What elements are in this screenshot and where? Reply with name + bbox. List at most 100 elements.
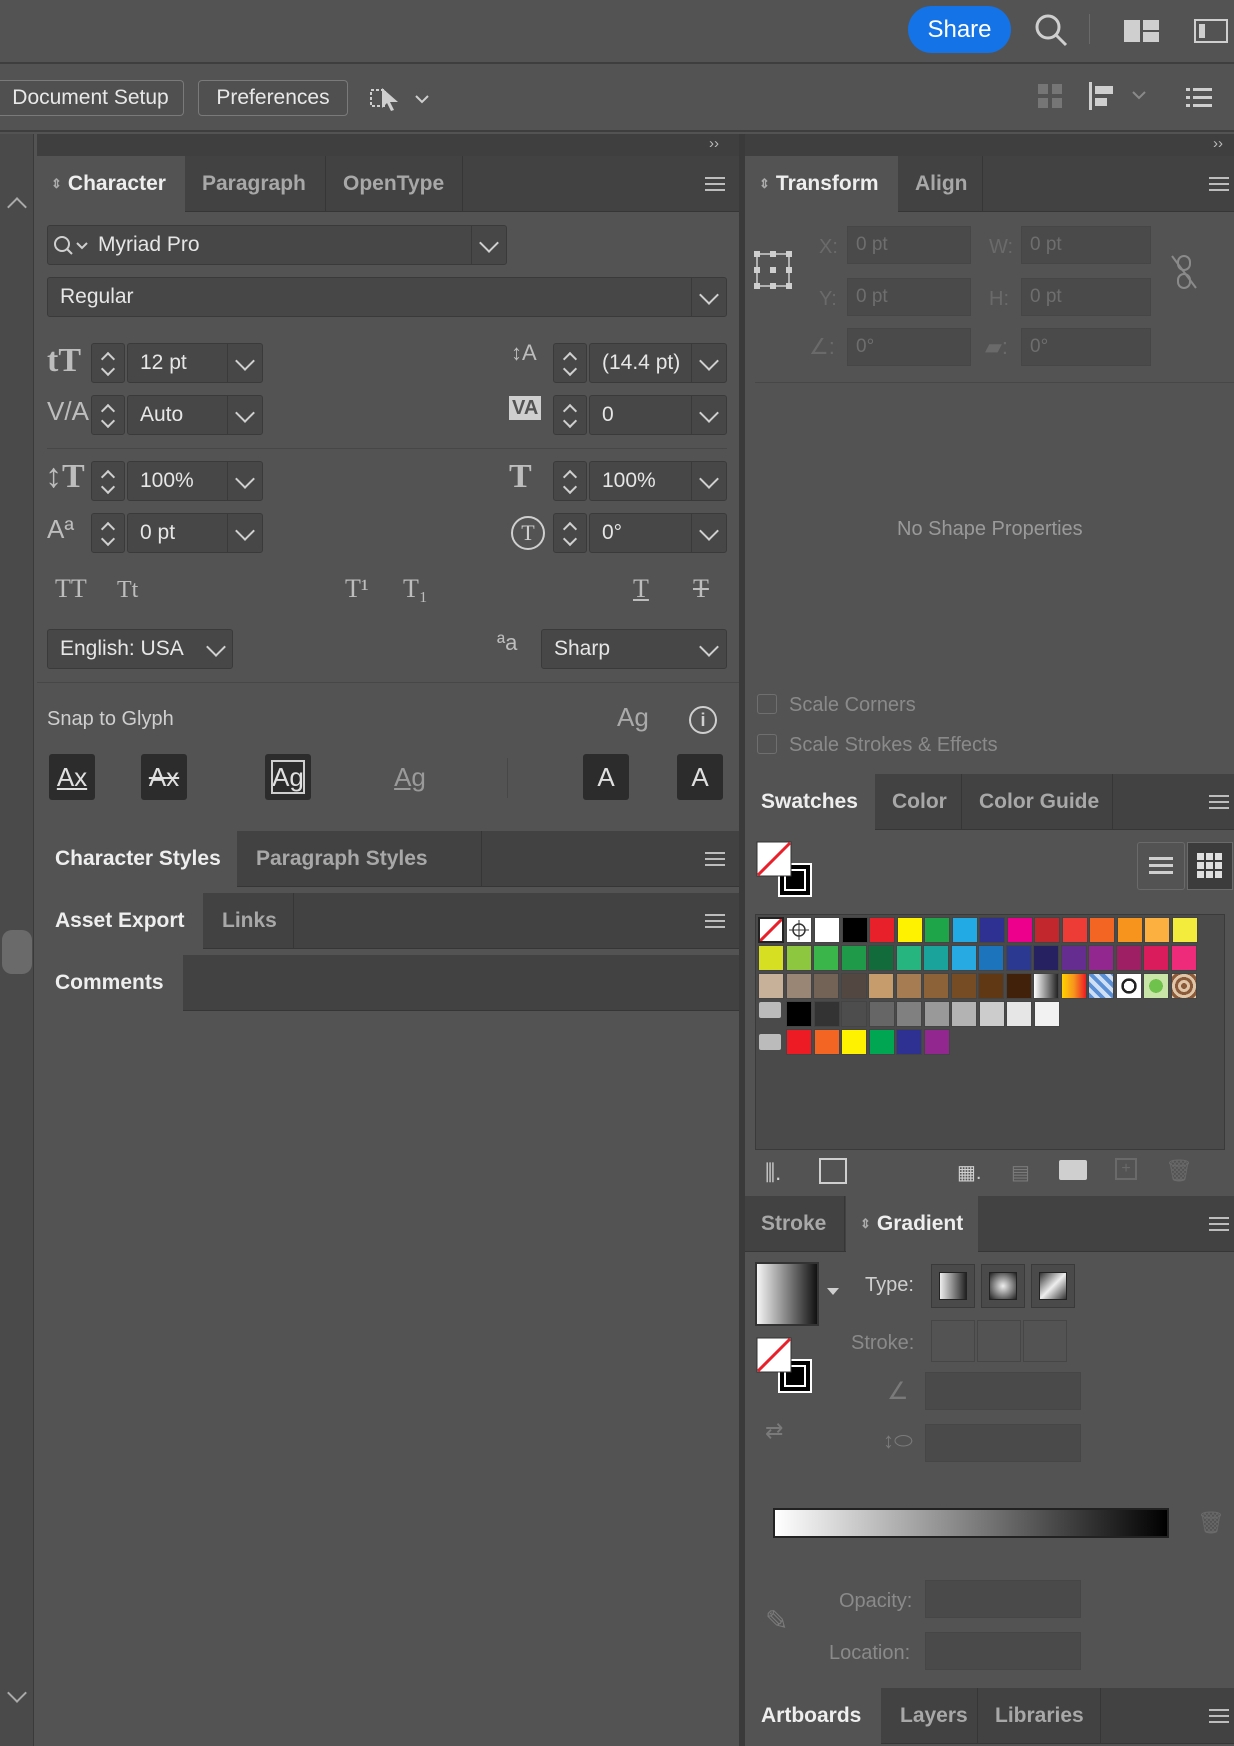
color-swatch[interactable]	[1088, 973, 1114, 999]
color-swatch[interactable]	[840, 945, 867, 971]
freeform-gradient-button[interactable]	[1031, 1264, 1075, 1308]
panel-menu-icon[interactable]	[1209, 177, 1229, 191]
color-swatch[interactable]	[950, 973, 977, 999]
workspace-switcher-icon[interactable]	[1124, 18, 1160, 44]
color-swatch[interactable]	[923, 945, 949, 971]
color-swatch[interactable]	[868, 1029, 895, 1055]
panel-menu-icon[interactable]	[1209, 1217, 1229, 1231]
color-swatch[interactable]	[1170, 945, 1197, 971]
color-swatch[interactable]	[896, 1001, 922, 1027]
color-swatch[interactable]	[786, 1001, 812, 1027]
color-swatch[interactable]	[1033, 1001, 1060, 1027]
show-kinds-icon[interactable]: ▦.	[957, 1160, 981, 1185]
snap-anchor-button[interactable]: A	[677, 754, 723, 800]
swatch-group-folder-icon[interactable]	[759, 1002, 781, 1018]
color-swatch[interactable]	[841, 917, 868, 943]
tab-asset-export[interactable]: Asset Export	[37, 893, 203, 949]
color-swatch[interactable]	[1060, 973, 1087, 999]
color-swatch[interactable]	[923, 1001, 950, 1027]
color-swatch[interactable]	[841, 1001, 867, 1027]
font-search-icon[interactable]	[53, 235, 93, 257]
color-swatch[interactable]	[869, 917, 895, 943]
share-button[interactable]: Share	[908, 6, 1011, 53]
color-swatch[interactable]	[923, 1029, 950, 1055]
panel-menu-icon[interactable]	[705, 852, 725, 866]
color-swatch[interactable]	[868, 945, 894, 971]
tab-artboards[interactable]: Artboards	[745, 1688, 881, 1744]
font-size-stepper[interactable]	[91, 343, 125, 383]
fill-stroke-indicator[interactable]	[755, 840, 815, 900]
tab-stroke[interactable]: Stroke	[745, 1196, 845, 1252]
panel-menu-icon[interactable]	[705, 914, 725, 928]
place-swatches-icon[interactable]	[819, 1158, 847, 1184]
color-swatch[interactable]	[1033, 945, 1059, 971]
vertical-scale-stepper[interactable]	[91, 461, 125, 501]
linear-gradient-button[interactable]	[931, 1264, 975, 1308]
list-menu-icon[interactable]	[1186, 86, 1212, 108]
collapse-up-icon[interactable]	[7, 197, 27, 217]
color-swatch[interactable]	[1089, 917, 1115, 943]
snap-angular-button[interactable]: A	[583, 754, 629, 800]
panel-menu-icon[interactable]	[1209, 795, 1229, 809]
underline-icon[interactable]: T	[633, 576, 649, 602]
color-swatch[interactable]	[1115, 973, 1142, 999]
color-swatch[interactable]	[1171, 917, 1198, 943]
info-icon[interactable]: i	[689, 706, 717, 734]
color-swatch[interactable]	[896, 1029, 922, 1055]
color-swatch[interactable]	[1005, 945, 1032, 971]
swatch-libraries-icon[interactable]: ⫼.	[765, 1160, 781, 1186]
none-swatch[interactable]	[758, 917, 784, 943]
radial-gradient-button[interactable]	[981, 1264, 1025, 1308]
color-swatch[interactable]	[840, 973, 867, 999]
color-swatch[interactable]	[1061, 917, 1088, 943]
color-swatch[interactable]	[758, 973, 784, 999]
color-swatch[interactable]	[813, 945, 839, 971]
tab-paragraph[interactable]: Paragraph	[186, 156, 326, 212]
registration-swatch[interactable]	[786, 917, 812, 943]
color-swatch[interactable]	[814, 917, 840, 943]
reference-point-icon[interactable]	[753, 250, 793, 290]
color-swatch[interactable]	[1006, 917, 1033, 943]
scale-strokes-checkbox[interactable]	[757, 734, 777, 754]
snap-xheight-button[interactable]: Ax	[141, 754, 187, 800]
tab-character[interactable]: ⇕ Character	[37, 156, 185, 212]
color-swatch[interactable]	[785, 973, 812, 999]
search-icon[interactable]	[1033, 12, 1069, 48]
tab-color-guide[interactable]: Color Guide	[963, 774, 1113, 830]
color-swatch[interactable]	[923, 973, 949, 999]
color-swatch[interactable]	[868, 973, 894, 999]
color-swatch[interactable]	[1034, 917, 1060, 943]
color-swatch[interactable]	[1115, 945, 1142, 971]
superscript-icon[interactable]: T¹	[345, 576, 369, 602]
snap-proximity-button[interactable]: Ag	[387, 754, 433, 800]
tracking-stepper[interactable]	[553, 395, 587, 435]
color-swatch[interactable]	[1143, 973, 1169, 999]
tab-links[interactable]: Links	[204, 893, 294, 949]
baseline-shift-stepper[interactable]	[91, 513, 125, 553]
color-swatch[interactable]	[895, 973, 922, 999]
tab-paragraph-styles[interactable]: Paragraph Styles	[238, 831, 482, 887]
color-swatch[interactable]	[979, 917, 1005, 943]
color-swatch[interactable]	[1033, 973, 1059, 999]
color-swatch[interactable]	[785, 945, 812, 971]
tab-comments[interactable]: Comments	[37, 955, 183, 1011]
color-swatch[interactable]	[978, 973, 1004, 999]
collapse-down-icon[interactable]	[7, 1683, 27, 1703]
snap-glyph-bounds-button[interactable]: Ag	[265, 754, 311, 800]
glyph-guides-icon[interactable]: Ag	[617, 704, 649, 730]
color-swatch[interactable]	[1005, 973, 1032, 999]
tab-color[interactable]: Color	[876, 774, 962, 830]
scale-corners-checkbox[interactable]	[757, 694, 777, 714]
kerning-stepper[interactable]	[91, 395, 125, 435]
color-swatch[interactable]	[1088, 945, 1114, 971]
color-swatch[interactable]	[924, 917, 950, 943]
small-caps-icon[interactable]: Tt	[117, 578, 138, 602]
tab-layers[interactable]: Layers	[882, 1688, 978, 1744]
color-swatch[interactable]	[896, 917, 923, 943]
tab-swatches[interactable]: Swatches	[745, 774, 875, 830]
tab-character-styles[interactable]: Character Styles	[37, 831, 237, 887]
color-swatch[interactable]	[1006, 1001, 1032, 1027]
antialiasing-select[interactable]: Sharp	[541, 629, 727, 669]
color-swatch[interactable]	[1060, 945, 1087, 971]
tab-opentype[interactable]: OpenType	[327, 156, 463, 212]
